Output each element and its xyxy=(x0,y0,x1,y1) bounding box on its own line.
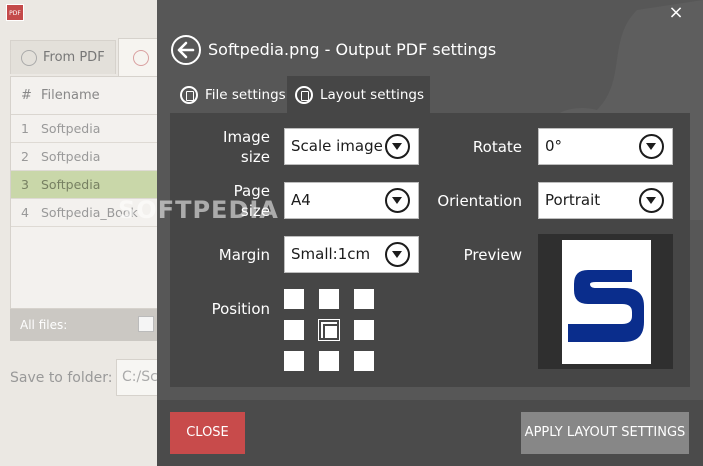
margin-dropdown[interactable]: Small:1cm xyxy=(284,236,419,273)
dialog-title: Softpedia.png - Output PDF settings xyxy=(208,40,497,59)
arrow-left-icon xyxy=(177,41,195,59)
rotate-dropdown[interactable]: 0° xyxy=(538,128,673,165)
position-top-right[interactable] xyxy=(354,289,374,309)
page-size-dropdown[interactable]: A4 xyxy=(284,182,419,219)
table-row[interactable]: 4 Softpedia_Book xyxy=(11,199,157,227)
position-top-left[interactable] xyxy=(284,289,304,309)
chevron-down-icon xyxy=(639,188,664,213)
save-to-folder-label: Save to folder: xyxy=(10,370,113,386)
page-size-label-line2: size xyxy=(240,202,270,220)
table-header: # Filename xyxy=(11,77,157,115)
page-size-label: Page size xyxy=(210,181,270,221)
row-filename: Softpedia xyxy=(41,121,101,136)
column-header-number: # xyxy=(21,88,32,103)
row-number: 3 xyxy=(21,177,29,192)
all-files-label: All files: xyxy=(20,318,68,332)
image-size-dropdown[interactable]: Scale image xyxy=(284,128,419,165)
tab-from-pdf-label: From PDF xyxy=(43,50,105,65)
back-button[interactable] xyxy=(171,35,201,65)
position-middle-left[interactable] xyxy=(284,320,304,340)
save-to-folder-input[interactable]: C:/Sc xyxy=(116,359,158,396)
position-bottom-left[interactable] xyxy=(284,351,304,371)
tab-to-pdf[interactable] xyxy=(118,38,158,76)
table-row[interactable]: 1 Softpedia xyxy=(11,115,157,143)
chevron-down-icon xyxy=(385,242,410,267)
layout-icon xyxy=(295,85,313,104)
tab-file-settings[interactable]: File settings xyxy=(173,76,287,113)
image-convert-icon xyxy=(133,50,149,66)
table-row[interactable]: 2 Softpedia xyxy=(11,143,157,171)
position-top-center[interactable] xyxy=(319,289,339,309)
rotate-value: 0° xyxy=(545,137,563,155)
image-size-label-line1: Image xyxy=(223,128,270,146)
tab-file-settings-label: File settings xyxy=(205,86,286,103)
preview-area xyxy=(538,234,673,369)
row-filename: Softpedia xyxy=(41,177,101,192)
row-number: 2 xyxy=(21,149,29,164)
output-pdf-settings-dialog: × Softpedia.png - Output PDF settings Fi… xyxy=(157,0,703,466)
preview-label: Preview xyxy=(463,246,522,264)
page-size-value: A4 xyxy=(291,191,311,209)
close-button[interactable]: CLOSE xyxy=(170,412,245,454)
table-row-selected[interactable]: 3 Softpedia xyxy=(11,171,157,199)
image-size-value: Scale image xyxy=(291,137,383,155)
rotate-label: Rotate xyxy=(472,138,522,156)
chevron-down-icon xyxy=(639,134,664,159)
row-number: 4 xyxy=(21,205,29,220)
tab-layout-settings-label: Layout settings xyxy=(320,86,425,103)
chevron-down-icon xyxy=(385,188,410,213)
preview-page xyxy=(562,240,651,364)
column-header-filename: Filename xyxy=(41,88,100,103)
chevron-down-icon xyxy=(385,134,410,159)
all-files-checkbox[interactable] xyxy=(138,316,154,332)
margin-label: Margin xyxy=(218,246,270,264)
app-logo: PDF xyxy=(6,4,24,21)
apply-layout-settings-button[interactable]: APPLY LAYOUT SETTINGS xyxy=(521,412,689,454)
pdf-convert-icon xyxy=(21,49,37,66)
position-middle-right[interactable] xyxy=(354,320,374,340)
row-filename: Softpedia_Book xyxy=(41,205,138,220)
orientation-label: Orientation xyxy=(437,192,522,210)
close-icon[interactable]: × xyxy=(665,2,687,24)
document-icon xyxy=(180,85,198,104)
position-middle-center[interactable] xyxy=(319,320,339,340)
margin-value: Small:1cm xyxy=(291,245,371,263)
page-size-label-line1: Page xyxy=(233,182,270,200)
tab-layout-settings[interactable]: Layout settings xyxy=(287,76,430,113)
file-table: # Filename 1 Softpedia 2 Softpedia 3 Sof… xyxy=(10,76,158,309)
image-size-label-line2: size xyxy=(240,148,270,166)
orientation-value: Portrait xyxy=(545,191,601,209)
row-number: 1 xyxy=(21,121,29,136)
position-bottom-center[interactable] xyxy=(319,351,339,371)
tab-from-pdf[interactable]: From PDF xyxy=(10,40,116,74)
all-files-bar: All files: xyxy=(10,309,158,341)
position-bottom-right[interactable] xyxy=(354,351,374,371)
orientation-dropdown[interactable]: Portrait xyxy=(538,182,673,219)
position-label: Position xyxy=(211,300,270,318)
layout-settings-panel: Image size Scale image Page size A4 Marg… xyxy=(170,113,690,387)
image-size-label: Image size xyxy=(210,127,270,167)
row-filename: Softpedia xyxy=(41,149,101,164)
softpedia-logo-image xyxy=(568,270,644,342)
